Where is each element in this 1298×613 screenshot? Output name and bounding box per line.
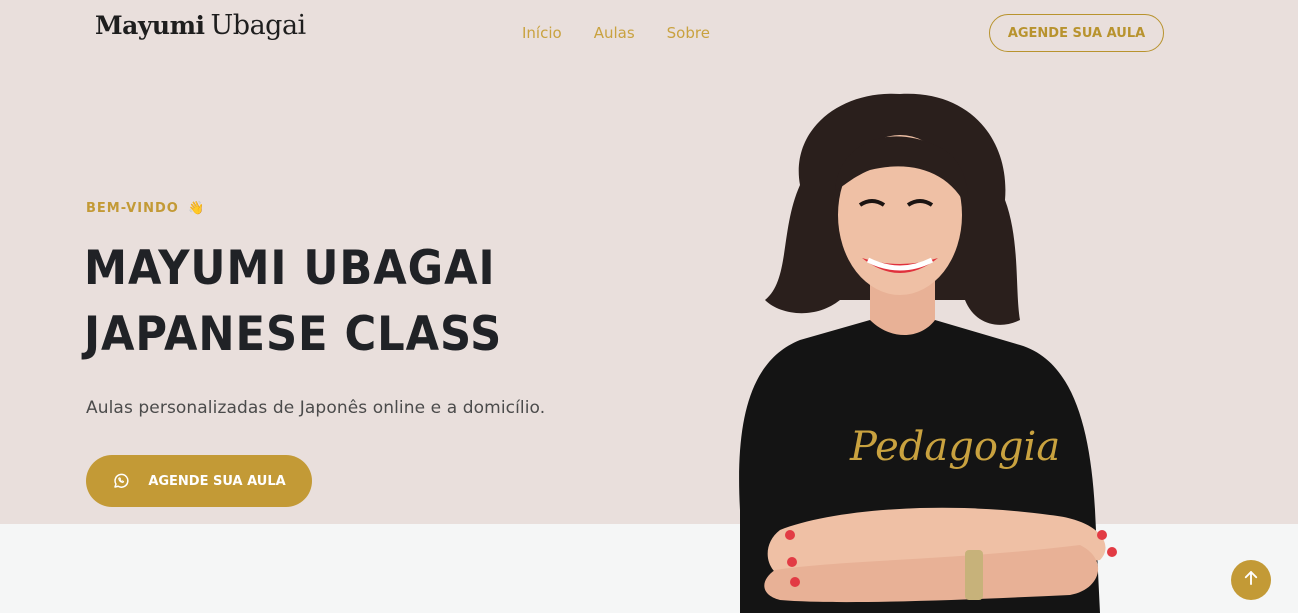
hero-title: MAYUMI UBAGAI JAPANESE CLASS: [84, 236, 502, 368]
teacher-portrait: Pedagogia: [739, 93, 1117, 613]
hero-subtitle: Aulas personalizadas de Japonês online e…: [86, 398, 546, 418]
main-nav: Início Aulas Sobre: [522, 24, 710, 42]
logo-last-name: Ubagai: [210, 10, 307, 41]
header-schedule-button[interactable]: AGENDE SUA AULA: [989, 14, 1164, 52]
shirt-lettering: Pedagogia: [849, 424, 1060, 470]
logo-first-name: Mayumi: [95, 11, 205, 40]
hero-title-line-1: MAYUMI UBAGAI: [84, 241, 496, 296]
site-logo[interactable]: Mayumi Ubagai: [95, 10, 306, 41]
nav-link-aulas[interactable]: Aulas: [594, 24, 635, 42]
whatsapp-icon: [112, 472, 130, 490]
waving-hand-icon: 👋: [188, 201, 206, 216]
welcome-eyebrow: BEM-VINDO 👋: [86, 201, 206, 216]
scroll-to-top-button[interactable]: [1231, 560, 1271, 600]
nav-link-inicio[interactable]: Início: [522, 24, 562, 42]
hero-schedule-label: AGENDE SUA AULA: [148, 473, 286, 489]
hero-schedule-button[interactable]: AGENDE SUA AULA: [86, 455, 312, 507]
arrow-up-icon: [1242, 569, 1260, 591]
hero-title-line-2: JAPANESE CLASS: [84, 307, 503, 362]
eyebrow-text: BEM-VINDO: [86, 201, 179, 216]
nav-link-sobre[interactable]: Sobre: [667, 24, 710, 42]
